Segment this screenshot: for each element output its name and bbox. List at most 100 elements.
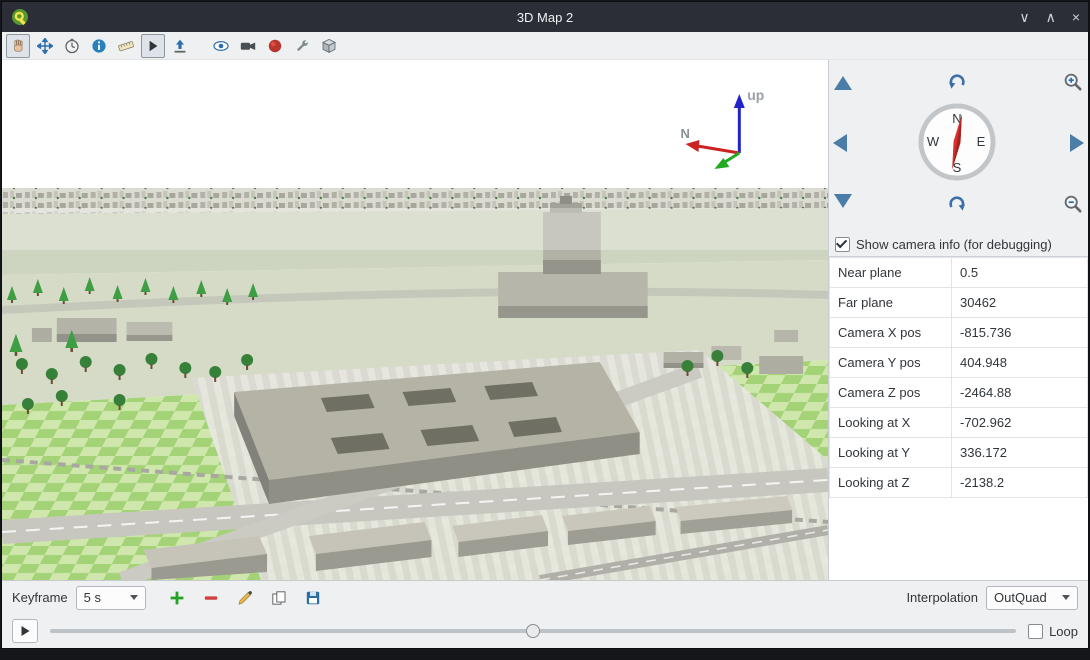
- pencil-icon: [237, 590, 253, 606]
- move-arrows-icon: [37, 38, 53, 54]
- camera-info-table-wrap: Near plane0.5 Far plane30462 Camera X po…: [829, 256, 1088, 580]
- zoom-out-icon: [1063, 194, 1083, 214]
- pan-up-button[interactable]: [834, 76, 852, 90]
- compass-w-label: W: [927, 134, 940, 149]
- keyframe-label: Keyframe: [12, 590, 68, 605]
- camera-info-value: -2138.2: [952, 468, 1088, 498]
- zoom-in-icon: [1063, 72, 1083, 92]
- camera-info-value: 30462: [952, 288, 1088, 318]
- chevron-down-icon: [1062, 595, 1070, 600]
- remove-keyframe-button[interactable]: [198, 585, 224, 611]
- interpolation-select[interactable]: OutQuad: [986, 586, 1078, 610]
- cube-icon: [321, 38, 337, 54]
- table-row: Near plane0.5: [830, 258, 1088, 288]
- export-arrow-icon: [172, 38, 188, 54]
- chevron-down-icon: [130, 595, 138, 600]
- arrow-left-icon: [833, 134, 847, 152]
- table-row: Camera X pos-815.736: [830, 318, 1088, 348]
- camera-info-label: Camera X pos: [830, 318, 952, 348]
- navigation-controls: N E S W: [829, 60, 1088, 232]
- animation-timer-button[interactable]: [60, 34, 84, 58]
- play-icon: [19, 625, 31, 637]
- minimize-button[interactable]: ∨: [1019, 10, 1029, 24]
- axis-north-label: N: [681, 126, 690, 141]
- zoom-in-button[interactable]: [1063, 72, 1083, 92]
- on-screen-notification-button[interactable]: [87, 34, 111, 58]
- viewport-3d[interactable]: up N: [2, 60, 828, 580]
- clock-icon: [64, 38, 80, 54]
- table-row: Looking at X-702.962: [830, 408, 1088, 438]
- floppy-save-icon: [305, 590, 321, 606]
- show-camera-info-label: Show camera info (for debugging): [856, 237, 1052, 252]
- table-row: Looking at Z-2138.2: [830, 468, 1088, 498]
- rotate-ccw-icon: [947, 72, 967, 92]
- show-camera-info-checkbox[interactable]: Show camera info (for debugging): [829, 232, 1088, 256]
- window-title: 3D Map 2: [2, 10, 1088, 25]
- minus-icon: [203, 590, 219, 606]
- loop-checkbox[interactable]: Loop: [1028, 624, 1078, 639]
- qgis-3d-map-window: 3D Map 2 ∨ ∧ ×: [1, 1, 1089, 649]
- play-button[interactable]: [12, 619, 38, 643]
- duplicate-keyframe-button[interactable]: [266, 585, 292, 611]
- titlebar[interactable]: 3D Map 2 ∨ ∧ ×: [2, 2, 1088, 32]
- rotate-cw-button[interactable]: [947, 194, 967, 214]
- ruler-icon: [118, 38, 134, 54]
- camera-panel: N E S W Show camera info (for debugging): [828, 60, 1088, 580]
- interpolation-label: Interpolation: [906, 590, 978, 605]
- keyframe-select[interactable]: 5 s: [76, 586, 146, 610]
- info-icon: [91, 38, 107, 54]
- pan-left-button[interactable]: [833, 134, 847, 152]
- checkbox-unchecked-icon: [1028, 624, 1043, 639]
- save-image-button[interactable]: [168, 34, 192, 58]
- plus-icon: [169, 590, 185, 606]
- camera-info-table: Near plane0.5 Far plane30462 Camera X po…: [829, 257, 1088, 498]
- interpolation-value: OutQuad: [994, 590, 1047, 605]
- configure-button[interactable]: [290, 34, 314, 58]
- add-keyframe-button[interactable]: [164, 585, 190, 611]
- playback-bar: Loop: [2, 614, 1088, 648]
- checkbox-checked-icon: [835, 237, 850, 252]
- compass[interactable]: N E S W: [911, 96, 1003, 188]
- timeline-slider[interactable]: [50, 621, 1016, 641]
- camera-button[interactable]: [236, 34, 260, 58]
- camera-info-label: Near plane: [830, 258, 952, 288]
- zoom-out-button[interactable]: [1063, 194, 1083, 214]
- export-scene-button[interactable]: [317, 34, 341, 58]
- camera-info-label: Camera Y pos: [830, 348, 952, 378]
- arrow-right-icon: [1070, 134, 1084, 152]
- camera-info-label: Camera Z pos: [830, 378, 952, 408]
- camera-info-label: Looking at Z: [830, 468, 952, 498]
- visibility-button[interactable]: [209, 34, 233, 58]
- maximize-button[interactable]: ∧: [1046, 10, 1056, 24]
- loop-label: Loop: [1049, 624, 1078, 639]
- keyframe-value: 5 s: [84, 590, 101, 605]
- arrow-down-icon: [834, 194, 852, 208]
- table-row: Camera Y pos404.948: [830, 348, 1088, 378]
- camera-info-value: -2464.88: [952, 378, 1088, 408]
- toolbar: [2, 32, 1088, 60]
- measure-line-button[interactable]: [114, 34, 138, 58]
- red-sphere-icon: [267, 38, 283, 54]
- rotate-ccw-button[interactable]: [947, 72, 967, 92]
- rotate-cw-icon: [947, 194, 967, 214]
- animations-button[interactable]: [141, 34, 165, 58]
- close-button[interactable]: ×: [1072, 10, 1080, 24]
- copy-icon: [271, 590, 287, 606]
- video-camera-icon: [240, 38, 256, 54]
- edit-keyframe-button[interactable]: [232, 585, 258, 611]
- arrow-up-icon: [834, 76, 852, 90]
- atmosphere-haze: [2, 208, 828, 250]
- save-animation-button[interactable]: [300, 585, 326, 611]
- zoom-full-button[interactable]: [33, 34, 57, 58]
- table-row: Far plane30462: [830, 288, 1088, 318]
- effects-button[interactable]: [263, 34, 287, 58]
- table-row: Camera Z pos-2464.88: [830, 378, 1088, 408]
- wrench-icon: [294, 38, 310, 54]
- pan-down-button[interactable]: [834, 194, 852, 208]
- camera-control-button[interactable]: [6, 34, 30, 58]
- compass-e-label: E: [977, 134, 986, 149]
- camera-info-label: Looking at Y: [830, 438, 952, 468]
- pan-right-button[interactable]: [1070, 134, 1084, 152]
- slider-handle[interactable]: [526, 624, 540, 638]
- camera-info-value: 0.5: [952, 258, 1088, 288]
